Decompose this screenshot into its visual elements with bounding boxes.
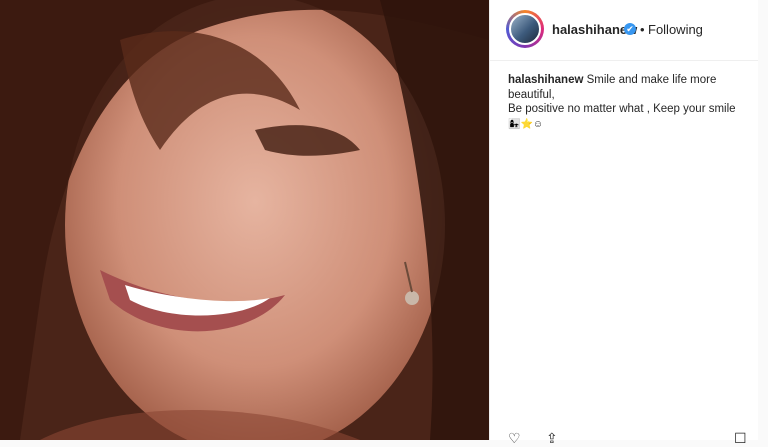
bookmark-icon[interactable]: ☐ (734, 430, 747, 447)
page-background-edge (758, 0, 768, 440)
post-photo[interactable] (0, 0, 489, 440)
verified-badge-icon: ✔ (624, 23, 636, 35)
caption-username-link[interactable]: halashihanew (508, 74, 583, 86)
post-caption: halashihanew Smile and make life more be… (508, 73, 748, 132)
separator-dot: • (640, 22, 645, 37)
caption-line-2: Be positive no matter what , Keep your s… (508, 103, 736, 115)
avatar[interactable] (506, 10, 544, 48)
photo-illustration (0, 0, 489, 440)
following-button[interactable]: Following (648, 22, 703, 37)
post-side-panel: halashihanew ✔ • Following halashihanew … (489, 0, 759, 446)
post-actions: ♡ ⇪ ☐ (508, 430, 748, 446)
post-header: halashihanew ✔ • Following (490, 0, 759, 61)
heart-icon[interactable]: ♡ (508, 430, 521, 447)
caption-emojis: 👩‍👧⭐☺ (508, 118, 544, 130)
avatar-image (509, 13, 541, 45)
share-icon[interactable]: ⇪ (546, 430, 558, 447)
